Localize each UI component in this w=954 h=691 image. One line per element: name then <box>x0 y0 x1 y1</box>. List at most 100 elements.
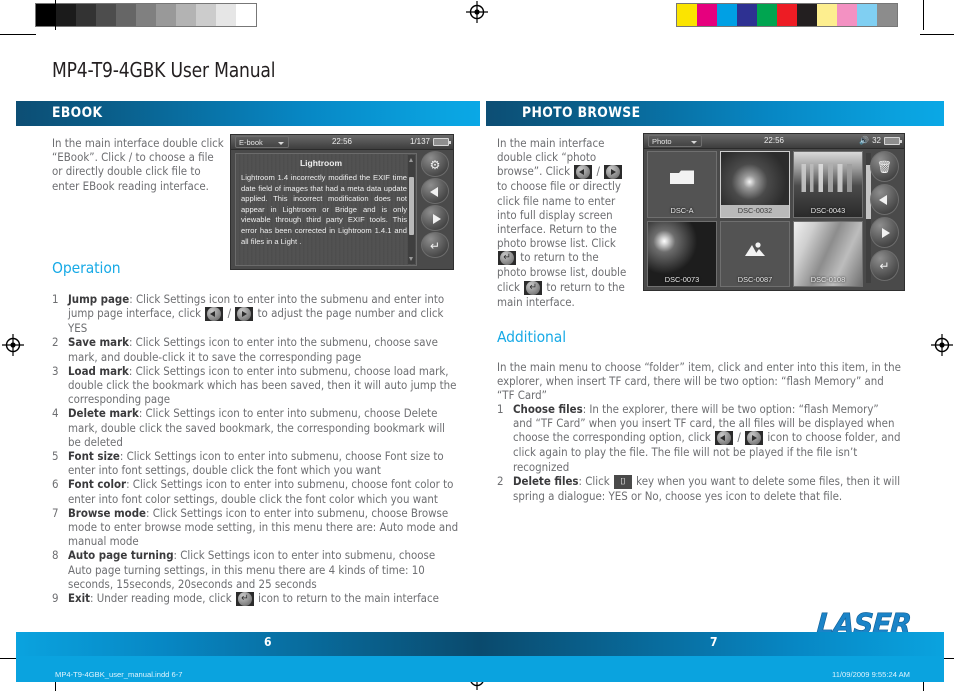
return-icon-button[interactable]: ↵ <box>870 250 899 281</box>
ebook-steps-wrap: 1 Jump page: Click Settings icon to enter… <box>52 292 460 607</box>
list-item: 1 Jump page: Click Settings icon to enter… <box>52 292 445 336</box>
list-item: 6 Font color: Click Settings icon to ente… <box>52 477 454 506</box>
section-header-photo-browse-label: PHOTO BROWSE <box>522 105 641 121</box>
list-item: 5 Font size: Click Settings icon to enter… <box>52 449 444 478</box>
registration-mark-top <box>466 1 488 23</box>
list-item-number: 8 <box>52 548 59 563</box>
footer-filename: MP4-T9-4GBK_user_manual.indd 6-7 <box>55 670 183 679</box>
photo-steps-wrap: 1 Choose files: In the explorer, there wi… <box>497 402 901 503</box>
photo-thumbnail[interactable]: DSC-A <box>647 151 717 218</box>
list-item-number: 5 <box>52 449 59 464</box>
section-header-ebook-label: EBOOK <box>52 105 103 121</box>
thumbnail-caption: DSC-0087 <box>737 275 773 284</box>
scrollbar-thumb[interactable] <box>409 177 414 235</box>
calibration-swatch <box>817 4 837 26</box>
list-item: 8 Auto page turning: Click Settings icon … <box>52 548 436 591</box>
list-item-term: Font color <box>68 477 127 492</box>
scroll-down-arrow-icon[interactable] <box>409 257 413 261</box>
list-item-term: Load mark <box>68 363 129 378</box>
photo-thumbnail[interactable]: DSC-0032 <box>720 151 790 218</box>
return-icon: ↵ <box>524 280 543 295</box>
picture-icon <box>744 241 766 257</box>
ebook-scrollbar[interactable] <box>408 155 415 264</box>
delete-icon-button[interactable]: 🗑 <box>870 151 899 182</box>
list-item: 4 Delete mark: Click Settings icon to ent… <box>52 406 446 449</box>
scroll-up-arrow-icon[interactable] <box>409 158 413 162</box>
list-item: 2 Save mark: Click Settings icon to enter… <box>52 335 438 364</box>
list-item-term: Delete files <box>513 473 579 488</box>
list-item-number: 1 <box>52 292 59 306</box>
thumbnail-caption: DSC-0043 <box>810 205 846 215</box>
list-item-term: Save mark <box>68 335 129 350</box>
return-glyph: ↵ <box>241 593 249 605</box>
grayscale-calibration-strip <box>35 3 257 27</box>
next-icon-button[interactable] <box>421 205 449 231</box>
page-number-left: 6 <box>264 635 272 649</box>
calibration-swatch <box>717 4 737 26</box>
calibration-swatch <box>697 4 717 26</box>
next-icon-button[interactable] <box>870 217 899 248</box>
volume-icon: 🔊 <box>859 136 870 145</box>
section-header-ebook: EBOOK <box>16 101 480 126</box>
photo-thumbnail[interactable]: DSC-0108 <box>793 220 863 287</box>
ebook-device-screenshot: E-book 22:56 1/137 Lightroom Lightroom 1… <box>230 134 454 270</box>
photo-thumbnail[interactable]: DSC-0087 <box>720 220 790 287</box>
list-item-number: 2 <box>497 473 504 488</box>
photo-thumbnail[interactable]: DSC-0073 <box>647 220 717 287</box>
calibration-swatch <box>196 4 216 26</box>
list-item-term: Auto page turning <box>68 548 174 563</box>
gear-icon: ⚙ <box>429 158 441 172</box>
footer-timestamp: 11/09/2009 9:55:24 AM <box>832 670 910 679</box>
prev-icon-button[interactable] <box>421 178 449 204</box>
photo-thumbnail[interactable]: DSC-0043 <box>793 151 863 218</box>
list-item-number: 2 <box>52 335 59 350</box>
return-icon-button[interactable]: ↵ <box>421 232 449 258</box>
prev-icon-button[interactable] <box>870 184 899 215</box>
photo-status-right: 🔊 32 <box>859 135 902 147</box>
thumbnail-caption: DSC-0108 <box>810 275 846 284</box>
thumbnail-caption: DSC-0032 <box>721 204 789 217</box>
list-item: 9 Exit: Under reading mode, click ↵ icon … <box>52 591 439 607</box>
thumbnail-caption: DSC-A <box>670 205 694 215</box>
prev-icon <box>879 195 887 205</box>
ebook-page-indicator: 1/137 <box>409 137 430 146</box>
calibration-swatch <box>56 4 76 26</box>
ebook-intro-paragraph: In the main interface double click “EBoo… <box>52 136 224 193</box>
list-item-term: Delete mark <box>68 406 139 421</box>
list-item-term: Browse mode <box>68 505 146 520</box>
settings-icon-button[interactable]: ⚙ <box>421 151 449 177</box>
trash-icon: ⌷ <box>613 474 632 489</box>
next-icon <box>882 228 890 238</box>
calibration-swatch <box>216 4 236 26</box>
photo-thumbnail-grid: DSC-A DSC-0032 DSC-0043 DSC-0073 DSC-0087 DSC… <box>647 151 863 287</box>
calibration-swatch <box>877 4 897 26</box>
ebook-content-title: Lightroom <box>299 158 343 168</box>
ebook-status-bar: E-book 22:56 1/137 <box>231 135 453 150</box>
prev-icon <box>430 187 438 197</box>
list-item-number: 7 <box>52 505 59 520</box>
section-header-photo-browse: PHOTO BROWSE <box>486 101 944 126</box>
calibration-swatch <box>777 4 797 26</box>
prev-icon <box>715 431 734 446</box>
list-item-term: Exit <box>68 591 91 606</box>
return-icon: ↵ <box>429 239 441 253</box>
next-icon <box>433 214 441 224</box>
battery-icon <box>884 137 902 145</box>
additional-subheading: Additional <box>497 328 566 346</box>
ebook-status-right: 1/137 <box>409 136 451 148</box>
battery-icon <box>433 138 451 146</box>
trash-icon: 🗑 <box>876 160 893 174</box>
calibration-swatch <box>96 4 116 26</box>
next-icon <box>604 165 623 180</box>
additional-intro-paragraph: In the main menu to choose “folder” item… <box>497 360 901 403</box>
registration-mark-right <box>931 334 953 356</box>
footer-page-bar: 6 7 <box>16 632 944 656</box>
color-calibration-strip <box>676 3 898 27</box>
calibration-swatch <box>136 4 156 26</box>
list-item-number: 6 <box>52 477 59 492</box>
trim-mark-top-left <box>0 34 36 35</box>
photo-status-bar: Photo 22:56 🔊 32 <box>644 134 904 149</box>
calibration-swatch <box>116 4 136 26</box>
page-number-right: 7 <box>710 635 718 649</box>
arrow-glyph <box>209 311 215 318</box>
